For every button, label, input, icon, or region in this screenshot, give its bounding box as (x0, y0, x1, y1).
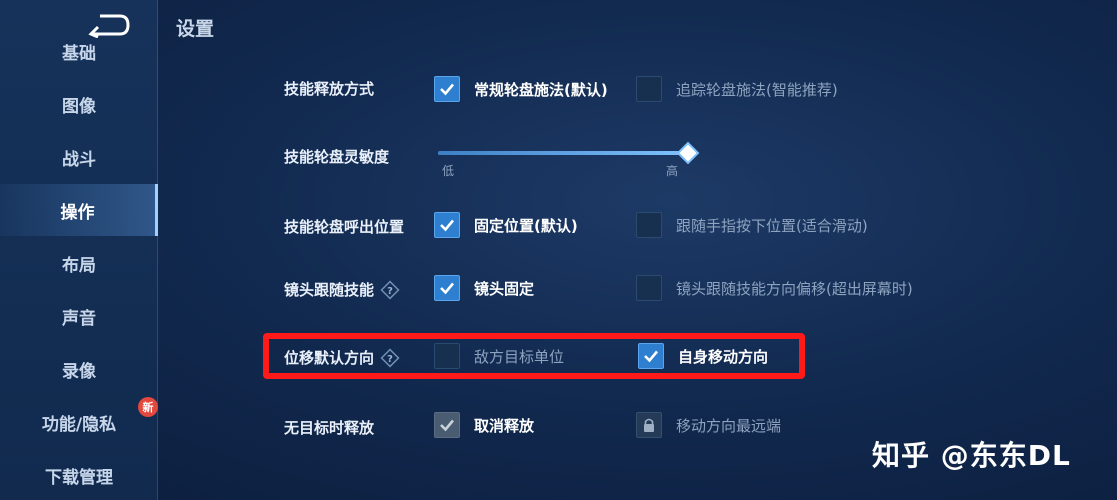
sidebar-item-layout[interactable]: 布局 (0, 237, 158, 289)
sidebar-item-replay[interactable]: 录像 (0, 343, 158, 395)
back-arrow-icon (88, 14, 130, 39)
wheel-sensitivity-label: 技能轮盘灵敏度 (284, 148, 390, 166)
option-label: 常规轮盘施法(默认) (474, 80, 608, 99)
option-label: 移动方向最远端 (676, 416, 782, 435)
checkbox-checked-disabled[interactable] (434, 412, 460, 438)
sensitivity-slider-track[interactable] (438, 151, 688, 155)
sidebar-item-controls[interactable]: 操作 (0, 184, 158, 236)
settings-screen: 基础 图像 战斗 操作 布局 声音 录像 功能/隐私 下载管理 新 设置 技能释… (0, 0, 1117, 500)
camera-follow-label: 镜头跟随技能 ? (284, 279, 400, 300)
page-title: 设置 (176, 18, 215, 40)
option-label: 镜头固定 (474, 279, 535, 298)
sidebar-item-graphics[interactable]: 图像 (0, 78, 158, 130)
wheel-position-option-follow[interactable]: 跟随手指按下位置(适合滑动) (636, 212, 868, 238)
option-label: 固定位置(默认) (474, 216, 578, 235)
camera-follow-option-fixed[interactable]: 镜头固定 (434, 275, 534, 301)
sidebar: 基础 图像 战斗 操作 布局 声音 录像 功能/隐私 下载管理 新 (0, 0, 158, 500)
checkbox-checked[interactable] (434, 212, 460, 238)
skill-release-option-default[interactable]: 常规轮盘施法(默认) (434, 76, 608, 102)
sidebar-item-combat[interactable]: 战斗 (0, 131, 158, 183)
sidebar-item-sound[interactable]: 声音 (0, 290, 158, 342)
check-icon (440, 219, 454, 232)
sidebar-item-downloads[interactable]: 下载管理 (0, 449, 158, 500)
option-label: 镜头跟随技能方向偏移(超出屏幕时) (676, 279, 913, 298)
svg-text:?: ? (387, 286, 393, 297)
checkbox-unchecked[interactable] (636, 212, 662, 238)
skill-release-option-tracking[interactable]: 追踪轮盘施法(智能推荐) (636, 76, 838, 102)
slider-high-label: 高 (666, 164, 679, 178)
option-label: 跟随手指按下位置(适合滑动) (676, 216, 868, 235)
sidebar-item-basic[interactable]: 基础 (0, 40, 158, 64)
new-badge: 新 (138, 397, 158, 417)
no-target-option-cancel[interactable]: 取消释放 (434, 412, 534, 438)
wheel-position-label: 技能轮盘呼出位置 (284, 218, 405, 236)
no-target-option-farthest[interactable]: 移动方向最远端 (636, 412, 781, 438)
skill-release-label: 技能释放方式 (284, 80, 375, 98)
checkbox-checked[interactable] (434, 76, 460, 102)
sensitivity-slider-thumb[interactable] (676, 141, 700, 165)
option-label: 取消释放 (474, 416, 535, 435)
slider-low-label: 低 (442, 164, 455, 178)
checkbox-unchecked[interactable] (636, 275, 662, 301)
lock-icon (644, 418, 654, 432)
checkbox-unchecked[interactable] (636, 76, 662, 102)
check-icon (440, 282, 454, 295)
checkbox-checked[interactable] (434, 275, 460, 301)
sensitivity-slider-fill (438, 151, 688, 155)
no-target-label: 无目标时释放 (284, 419, 375, 437)
check-icon (440, 419, 454, 432)
wheel-position-option-fixed[interactable]: 固定位置(默认) (434, 212, 578, 238)
help-icon[interactable]: ? (380, 279, 400, 300)
watermark: 知乎 @东东DL (872, 439, 1071, 472)
highlight-annotation (263, 333, 805, 379)
check-icon (440, 83, 454, 96)
camera-follow-option-offset[interactable]: 镜头跟随技能方向偏移(超出屏幕时) (636, 275, 913, 301)
checkbox-locked[interactable] (636, 412, 662, 438)
back-button[interactable] (86, 12, 132, 39)
sidebar-item-privacy[interactable]: 功能/隐私 (0, 396, 158, 448)
option-label: 追踪轮盘施法(智能推荐) (676, 80, 838, 99)
